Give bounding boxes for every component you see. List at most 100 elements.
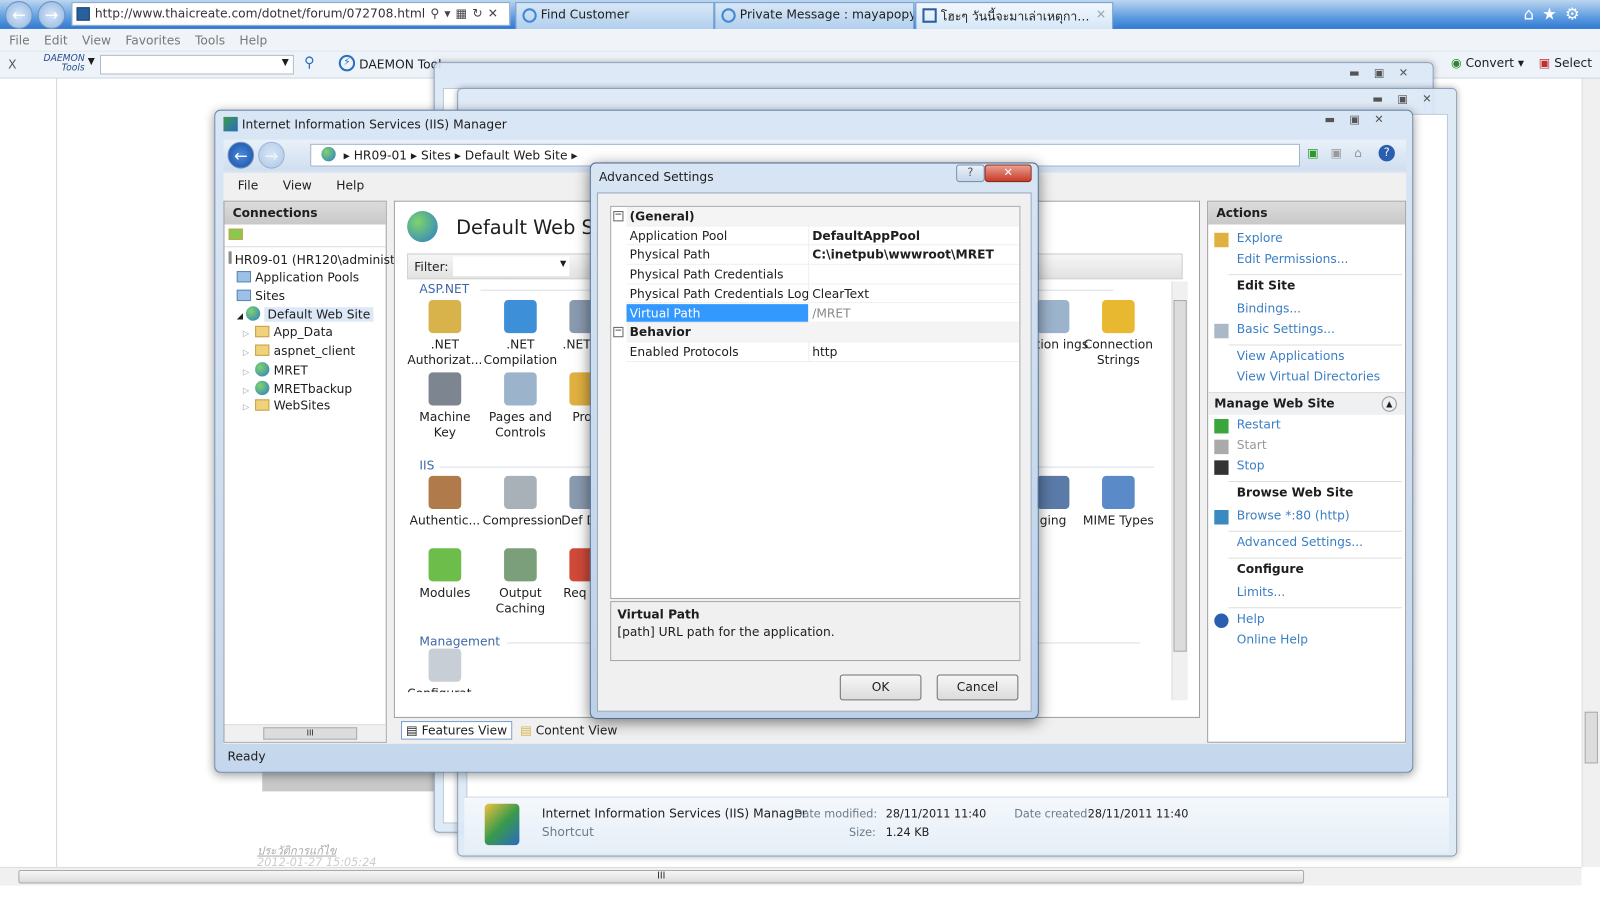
help-icon[interactable]: ? (1378, 144, 1395, 162)
page-horizontal-scrollbar[interactable]: III (0, 866, 1582, 886)
features-vertical-scrollbar[interactable] (1171, 281, 1188, 701)
feature-item[interactable]: Modules (407, 548, 483, 601)
feature-item[interactable]: MIME Types (1081, 475, 1157, 529)
property-value[interactable] (808, 264, 1020, 285)
tree-item[interactable]: Sites (236, 288, 285, 303)
tree-item[interactable]: ▷ MRETbackup (243, 380, 352, 396)
menu-edit[interactable]: Edit (44, 33, 68, 47)
chevron-down-icon[interactable]: ▼ (88, 57, 95, 67)
filter-input[interactable]: ▼ (453, 256, 570, 277)
collapse-icon[interactable]: − (613, 211, 624, 222)
tree-item[interactable]: ▷ WebSites (243, 399, 330, 413)
expand-icon[interactable]: ▷ (243, 348, 249, 357)
tab-features-view[interactable]: ▤ Features View (401, 721, 513, 740)
menu-tools[interactable]: Tools (195, 33, 225, 47)
expand-icon[interactable]: ▷ (243, 385, 249, 394)
tree-item[interactable]: ▷ MRET (243, 361, 308, 377)
tree-item[interactable]: ▷ aspnet_client (243, 343, 355, 357)
action-link[interactable]: Limits... (1237, 584, 1285, 598)
search-combo[interactable]: ▼ (99, 54, 294, 75)
scroll-thumb[interactable]: III (263, 727, 358, 740)
property-row[interactable]: Enabled Protocols http (611, 342, 1020, 362)
connect-icon[interactable] (228, 228, 243, 241)
feature-item[interactable]: Output Caching (483, 548, 559, 616)
menu-view[interactable]: View (283, 178, 312, 192)
action-link[interactable]: Stop (1237, 458, 1265, 472)
expand-icon[interactable]: ▷ (243, 367, 249, 376)
feature-item[interactable]: Compression (483, 475, 562, 529)
menu-view[interactable]: View (82, 33, 111, 47)
close-toolbar-button[interactable]: X (8, 57, 16, 71)
tree-item[interactable]: ◢ Default Web Site (237, 306, 374, 322)
expand-icon[interactable]: ▷ (243, 403, 249, 412)
tree-item[interactable]: ▷ App_Data (243, 325, 333, 339)
action-link[interactable]: View Virtual Directories (1237, 369, 1380, 383)
address-tools-icons[interactable]: ⚲▾▦↻✕ (430, 3, 503, 25)
property-value[interactable]: C:\inetpub\wwwroot\MRET (808, 245, 1020, 265)
stop-icon[interactable]: ▣ (1331, 146, 1343, 160)
action-link[interactable]: Browse *:80 (http) (1237, 508, 1350, 522)
home-icon[interactable]: ⌂ (1354, 146, 1362, 160)
feature-item[interactable]: Connection Strings (1081, 300, 1157, 368)
breadcrumb-sites[interactable]: Sites (421, 148, 451, 162)
tree-horizontal-scrollbar[interactable]: III (224, 724, 386, 742)
action-link[interactable]: Edit Permissions... (1237, 251, 1349, 265)
action-link[interactable]: Advanced Settings... (1237, 535, 1363, 549)
select-button[interactable]: ▣ Select (1539, 56, 1592, 70)
property-value[interactable]: ClearText (808, 284, 1020, 304)
menu-favorites[interactable]: Favorites (125, 33, 180, 47)
menu-file[interactable]: File (238, 178, 259, 192)
daemon-tools-label[interactable]: DAEMON Tool (359, 57, 441, 71)
cancel-button[interactable]: Cancel (936, 674, 1019, 701)
action-link[interactable]: Explore (1237, 231, 1283, 245)
property-category[interactable]: − (General) (611, 206, 1020, 227)
breadcrumb-server[interactable]: HR09-01 (354, 148, 407, 162)
window-controls[interactable]: ▬▣✕ (1324, 113, 1397, 126)
action-link[interactable]: Restart (1237, 417, 1281, 431)
close-tab-icon[interactable]: ✕ (1096, 7, 1106, 21)
action-link[interactable]: Online Help (1237, 632, 1308, 646)
menu-file[interactable]: File (9, 33, 30, 47)
gear-icon[interactable]: ⚙ (1565, 4, 1588, 24)
action-link[interactable]: Help (1237, 611, 1265, 625)
property-row[interactable]: Application Pool DefaultAppPool (611, 226, 1020, 246)
page-vertical-scrollbar[interactable] (1581, 78, 1600, 867)
tab-thai-forum[interactable]: โฮะๆ วันนี้จะมาเล่าเหตุการณ์ปร... ✕ (915, 2, 1114, 29)
property-category[interactable]: − Behavior (611, 322, 1020, 343)
feature-item[interactable]: Machine Key (407, 372, 483, 440)
search-icon[interactable]: ⚲ (304, 55, 314, 72)
forward-button[interactable]: → (37, 1, 66, 29)
scroll-thumb[interactable] (1584, 711, 1598, 764)
refresh-icon[interactable]: ▣ (1307, 146, 1319, 160)
breadcrumb-default-web-site[interactable]: Default Web Site (465, 148, 568, 162)
tree-item[interactable]: Application Pools (236, 270, 359, 284)
feature-item[interactable]: Authentic... (407, 475, 483, 529)
feature-item[interactable]: Configurat... (407, 648, 483, 692)
help-button[interactable]: ? (956, 164, 985, 183)
expand-icon[interactable]: ◢ (237, 312, 243, 321)
feature-item[interactable]: Pages and Controls (483, 372, 559, 440)
ok-button[interactable]: OK (839, 674, 922, 701)
back-button[interactable]: ← (5, 1, 33, 29)
expand-icon[interactable]: ▷ (243, 329, 249, 338)
feature-item[interactable]: .NET Compilation (483, 300, 559, 368)
forward-button[interactable]: → (258, 141, 285, 169)
action-link[interactable]: View Applications (1237, 349, 1345, 363)
collapse-icon[interactable]: ▲ (1381, 396, 1397, 412)
property-row[interactable]: Physical Path C:\inetpub\wwwroot\MRET (611, 245, 1020, 265)
property-row[interactable]: Physical Path Credentials Logon TypeClea… (611, 284, 1020, 304)
window-controls[interactable]: ▬▣✕ (1372, 92, 1445, 105)
home-icon[interactable]: ⌂ (1524, 4, 1543, 24)
scroll-thumb[interactable]: III (18, 870, 1305, 884)
scroll-thumb[interactable] (1173, 300, 1187, 652)
menu-help[interactable]: Help (336, 178, 364, 192)
tab-private-message[interactable]: Private Message : mayapopy (714, 2, 915, 29)
property-value[interactable]: DefaultAppPool (808, 226, 1020, 246)
action-link[interactable]: Basic Settings... (1237, 322, 1335, 336)
close-button[interactable]: ✕ (984, 164, 1032, 183)
action-link[interactable]: Bindings... (1237, 301, 1301, 315)
feature-item[interactable]: .NET Authorizat... (407, 300, 483, 368)
property-row[interactable]: Physical Path Credentials (611, 264, 1020, 285)
menu-help[interactable]: Help (239, 33, 267, 47)
favorites-star-icon[interactable]: ★ (1542, 4, 1565, 24)
